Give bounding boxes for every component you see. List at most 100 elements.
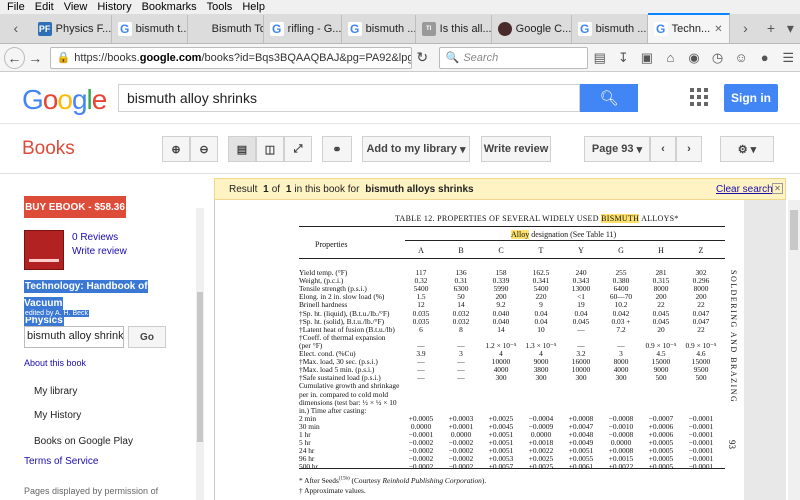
- reviews-link[interactable]: 0 Reviews: [72, 232, 118, 243]
- pf-favicon-icon: PF: [37, 22, 52, 36]
- books-title[interactable]: Books: [22, 138, 75, 160]
- book-cover-thumbnail[interactable]: [24, 230, 64, 270]
- hamburger-menu-icon[interactable]: ☰: [776, 47, 800, 69]
- browser-tab[interactable]: Gbismuth ...✕: [342, 15, 416, 43]
- download-icon[interactable]: ↧: [612, 47, 636, 69]
- fullscreen-icon[interactable]: ⤢: [284, 136, 312, 162]
- navigation-toolbar: ← → 🔒 https://books. google.com/books?id=…: [0, 44, 800, 72]
- google-search-input[interactable]: bismuth alloy shrinks: [118, 84, 580, 112]
- terms-of-service-link[interactable]: Terms of Service: [24, 456, 98, 467]
- emoji-icon[interactable]: ☺: [729, 47, 753, 69]
- pages-displayed-text: Pages displayed by permission of: [24, 486, 159, 496]
- book-title[interactable]: Technology: Handbook of Vacuum Physics: [24, 278, 164, 329]
- fn-pre: * After Seeds: [299, 476, 339, 485]
- zoom-in-icon[interactable]: ⊕: [162, 136, 190, 162]
- add-to-library-button[interactable]: Add to my library ▾: [362, 136, 470, 162]
- menu-item-help[interactable]: Help: [237, 1, 270, 13]
- browser-tab[interactable]: Gbismuth ...✕: [572, 15, 648, 43]
- forward-icon[interactable]: →: [25, 47, 46, 69]
- result-pre: Result: [229, 183, 258, 195]
- search-in-book-input[interactable]: bismuth alloy shrinks: [24, 326, 124, 348]
- menu-bar: File Edit View History Bookmarks Tools Help: [0, 0, 800, 14]
- google-header: Google bismuth alloy shrinks 🔍︎ Sign in: [0, 72, 800, 124]
- caption-post: ALLOYS*: [639, 214, 679, 223]
- google-favicon-icon: G: [653, 22, 668, 36]
- close-tab-icon[interactable]: ✕: [710, 24, 722, 35]
- page-number: 93: [727, 440, 737, 449]
- menu-item-tools[interactable]: Tools: [202, 1, 238, 13]
- ti-favicon-icon: TI: [421, 22, 436, 36]
- settings-gear-icon[interactable]: ⚙ ▾: [720, 136, 774, 162]
- menu-item-history[interactable]: History: [92, 1, 136, 13]
- new-tab-icon[interactable]: +: [761, 13, 780, 43]
- footnote-source: * After Seeds(15b) (Courtesy Reinhold Pu…: [299, 476, 486, 485]
- browser-search-field[interactable]: 🔍 Search: [438, 46, 588, 69]
- menu-item-edit[interactable]: Edit: [30, 1, 59, 13]
- write-review-link[interactable]: Write review: [72, 246, 127, 257]
- previous-page-icon[interactable]: ‹: [650, 136, 676, 162]
- tab-label: Google C...: [515, 23, 572, 35]
- browser-tab[interactable]: Bismuth Toxi...✕: [188, 15, 264, 43]
- tab-list-icon[interactable]: ▾: [781, 13, 800, 43]
- designation-highlight: Alloy: [511, 230, 530, 239]
- shapes-icon[interactable]: ●: [753, 47, 777, 69]
- menu-item-view[interactable]: View: [59, 1, 93, 13]
- shield-icon[interactable]: ◉: [682, 47, 706, 69]
- caption-highlight: BISMUTH: [601, 214, 640, 223]
- my-history-link[interactable]: My History: [34, 410, 81, 421]
- reload-icon[interactable]: ↻: [412, 47, 433, 69]
- blank-favicon-icon: [194, 22, 208, 36]
- browser-tab[interactable]: Google C...✕: [492, 15, 572, 43]
- browser-tab[interactable]: PFPhysics F...✕: [32, 15, 112, 43]
- sign-in-button[interactable]: Sign in: [724, 84, 778, 112]
- search-icon: 🔍︎: [599, 90, 619, 107]
- column-header: Z: [698, 246, 704, 255]
- next-page-icon[interactable]: ›: [676, 136, 702, 162]
- lock-toolbar-icon[interactable]: ▣: [635, 47, 659, 69]
- result-mid: in this book for: [294, 183, 360, 195]
- google-favicon-icon: G: [577, 22, 592, 36]
- my-library-link[interactable]: My library: [34, 386, 77, 397]
- home-icon[interactable]: ⌂: [659, 47, 683, 69]
- menu-item-file[interactable]: File: [2, 1, 30, 13]
- result-total: 1: [285, 183, 292, 195]
- browser-tab[interactable]: G Techn... ✕: [647, 13, 730, 43]
- clear-search-link[interactable]: Clear search: [716, 184, 773, 195]
- reading-list-icon[interactable]: ▤: [588, 47, 612, 69]
- chevron-down-icon: ▾: [460, 143, 466, 156]
- books-on-google-play-link[interactable]: Books on Google Play: [34, 436, 133, 447]
- single-page-view-icon[interactable]: ▤: [228, 136, 256, 162]
- page-select[interactable]: Page 93 ▾: [584, 136, 650, 162]
- close-icon[interactable]: ✕: [772, 183, 783, 194]
- menu-item-bookmarks[interactable]: Bookmarks: [137, 1, 202, 13]
- two-page-view-icon[interactable]: ◫: [256, 136, 284, 162]
- result-index: 1: [263, 183, 269, 195]
- history-icon[interactable]: ◷: [706, 47, 730, 69]
- table-row-label: 500 hr: [299, 462, 319, 472]
- fn-sup: (15b): [338, 476, 350, 482]
- url-field[interactable]: 🔒 https://books. google.com/books?id=Bqs3…: [49, 46, 412, 69]
- book-page: TABLE 12. PROPERTIES OF SEVERAL WIDELY U…: [214, 200, 744, 500]
- about-this-book-link[interactable]: About this book: [24, 358, 86, 368]
- tab-scroll-left-icon[interactable]: ‹: [0, 13, 32, 43]
- table-cell: 500: [695, 373, 707, 383]
- link-icon[interactable]: ⚭: [322, 136, 352, 162]
- table-top-rule: [299, 226, 725, 227]
- google-logo[interactable]: Google: [22, 84, 107, 116]
- browser-tab[interactable]: Gbismuth t...✕: [112, 15, 188, 43]
- buy-ebook-button[interactable]: BUY EBOOK - $58.36: [24, 196, 126, 218]
- google-favicon-icon: G: [117, 22, 132, 36]
- tab-scroll-right-icon[interactable]: ›: [730, 13, 762, 43]
- sidebar-scrollbar[interactable]: [196, 208, 204, 500]
- write-review-button[interactable]: Write review: [481, 136, 551, 162]
- zoom-out-icon[interactable]: ⊖: [190, 136, 218, 162]
- browser-tab[interactable]: TIIs this all...✕: [416, 15, 492, 43]
- go-button[interactable]: Go: [128, 326, 166, 348]
- books-toolbar: Books ⊕ ⊖ ▤ ◫ ⤢ ⚭ Add to my library ▾ Wr…: [0, 124, 800, 174]
- chevron-down-icon: ▾: [636, 143, 643, 156]
- back-icon[interactable]: ←: [4, 46, 25, 69]
- viewer-scrollbar[interactable]: [788, 200, 800, 500]
- apps-grid-icon[interactable]: [690, 88, 708, 106]
- google-search-button[interactable]: 🔍︎: [580, 84, 638, 112]
- browser-tab[interactable]: Grifling - G...✕: [264, 15, 342, 43]
